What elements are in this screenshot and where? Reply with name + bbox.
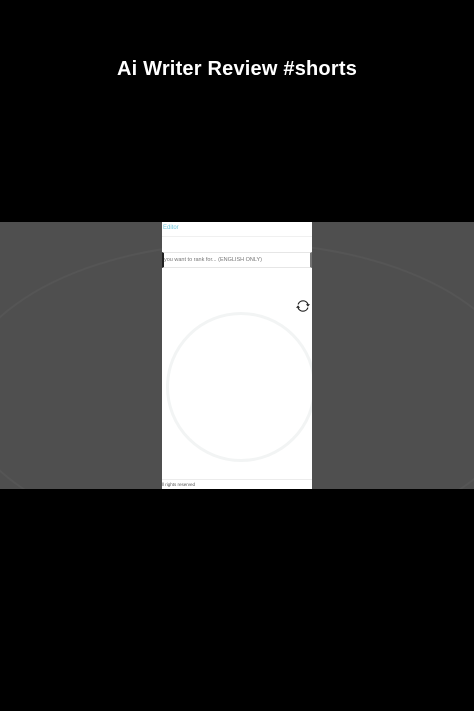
video-title: Ai Writer Review #shorts — [116, 58, 358, 80]
header-divider — [162, 236, 312, 237]
footer-text: ll rights reserved — [162, 482, 196, 487]
loading-circle — [166, 312, 312, 462]
app-screen: Editor ll rights reserved — [162, 222, 312, 489]
footer-divider — [162, 479, 312, 480]
video-frame[interactable]: Editor ll rights reserved — [0, 222, 474, 489]
keyword-input[interactable] — [162, 252, 312, 268]
editor-header: Editor — [163, 225, 179, 231]
refresh-icon[interactable] — [296, 299, 310, 313]
